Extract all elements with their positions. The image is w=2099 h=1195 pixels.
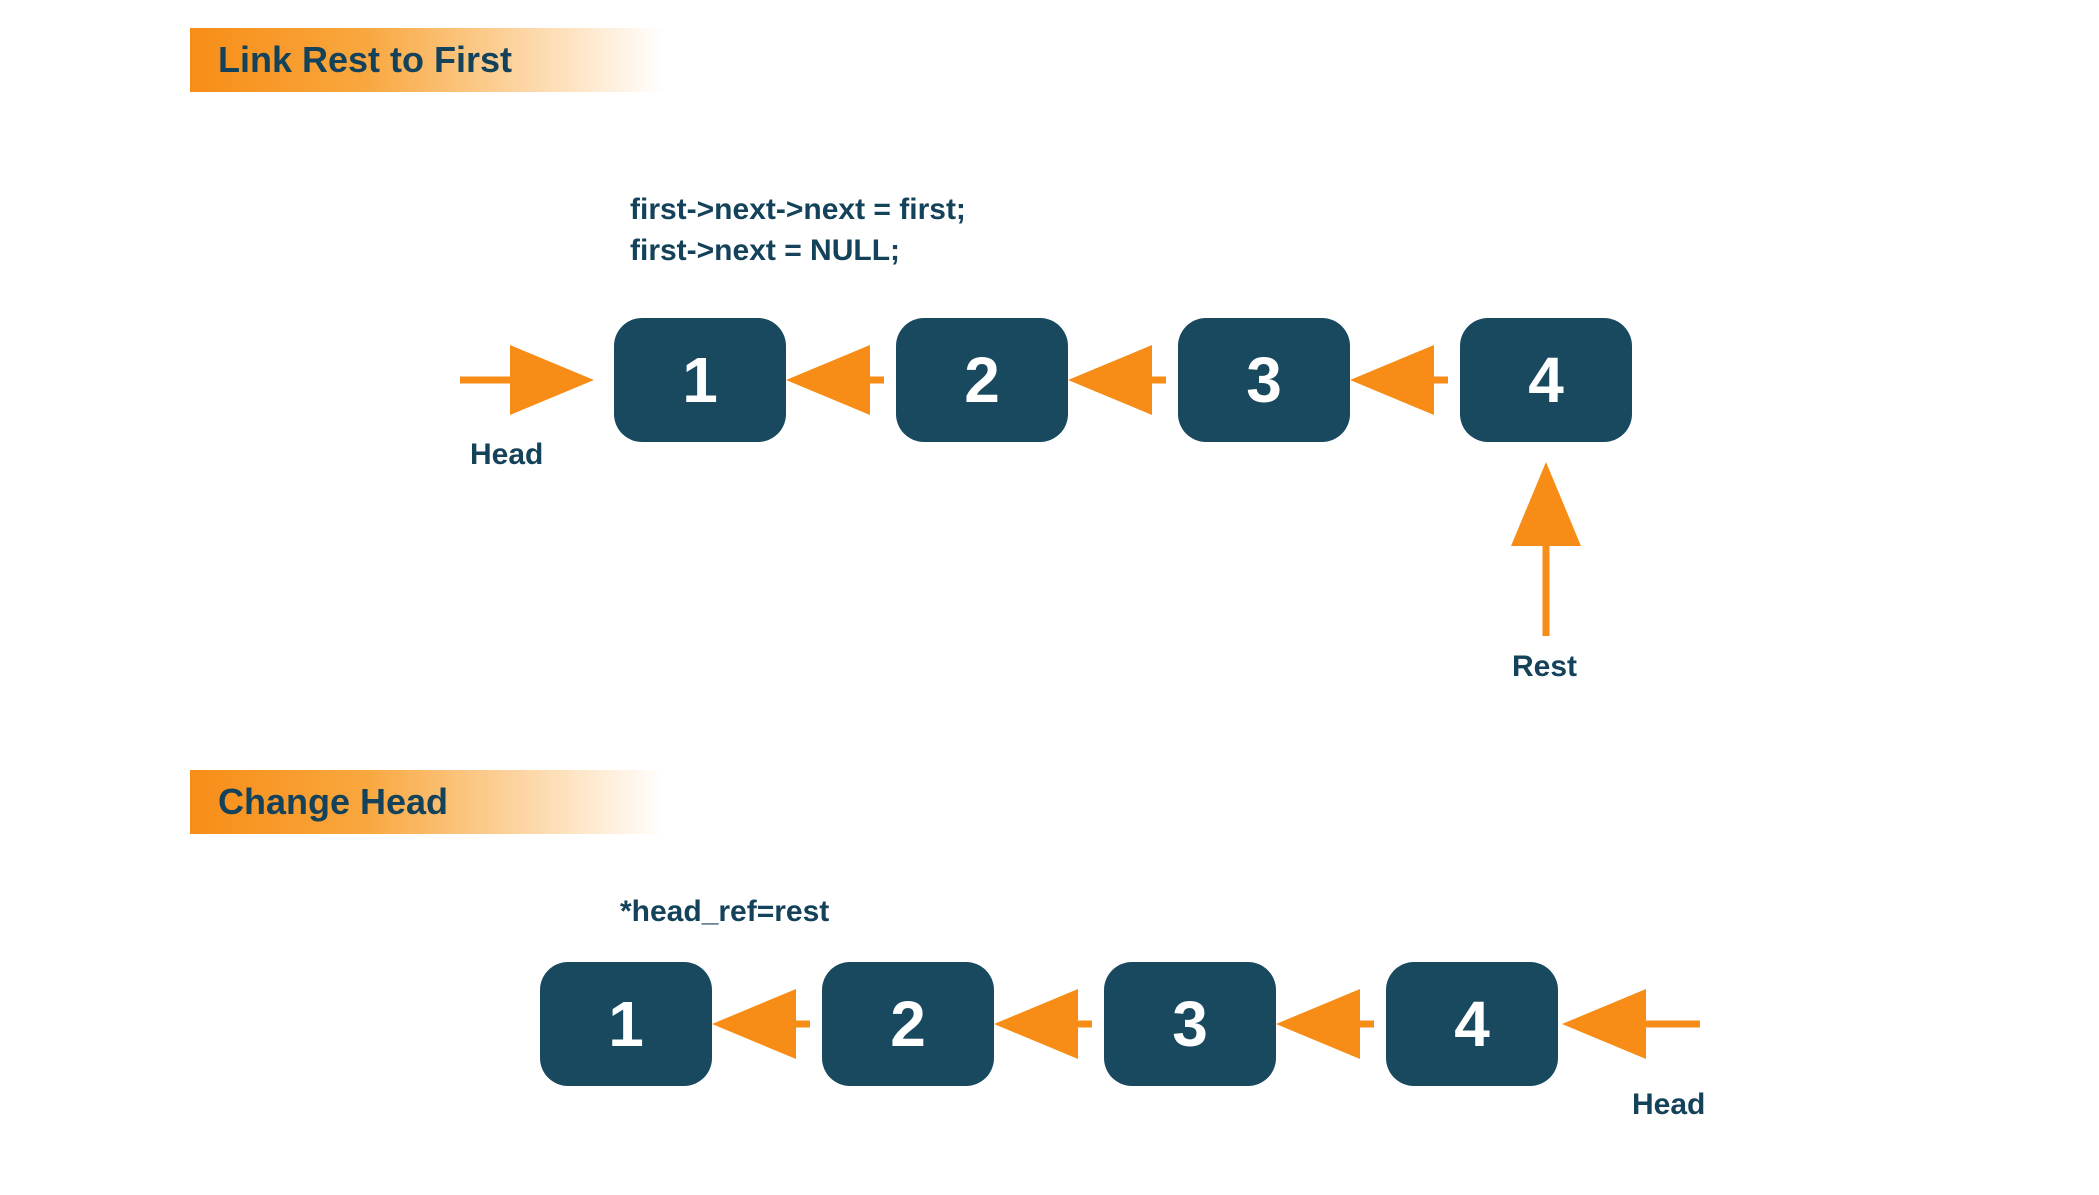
node-3-value: 3 [1246,343,1282,417]
node-4: 4 [1460,318,1632,442]
node-2: 2 [896,318,1068,442]
node-1-value: 1 [682,343,718,417]
section2-header: Change Head [190,770,690,834]
node-3: 3 [1178,318,1350,442]
node2-2: 2 [822,962,994,1086]
node2-2-value: 2 [890,987,926,1061]
section1-rest-label: Rest [1512,650,1577,684]
section1-header: Link Rest to First [190,28,690,92]
section1-code-line2: first->next = NULL; [630,234,900,267]
node-1: 1 [614,318,786,442]
section1-code: first->next->next = first; first->next =… [630,190,966,271]
arrows-layer [0,0,2099,1195]
section1-title: Link Rest to First [218,39,512,81]
section2-head-label: Head [1632,1088,1705,1122]
node2-4-value: 4 [1454,987,1490,1061]
node-2-value: 2 [964,343,1000,417]
node-4-value: 4 [1528,343,1564,417]
node2-1: 1 [540,962,712,1086]
node2-1-value: 1 [608,987,644,1061]
node2-3: 3 [1104,962,1276,1086]
node2-3-value: 3 [1172,987,1208,1061]
section1-code-line1: first->next->next = first; [630,193,966,226]
section1-head-label: Head [470,438,543,472]
section2-code: *head_ref=rest [620,892,829,933]
node2-4: 4 [1386,962,1558,1086]
section2-title: Change Head [218,781,448,823]
